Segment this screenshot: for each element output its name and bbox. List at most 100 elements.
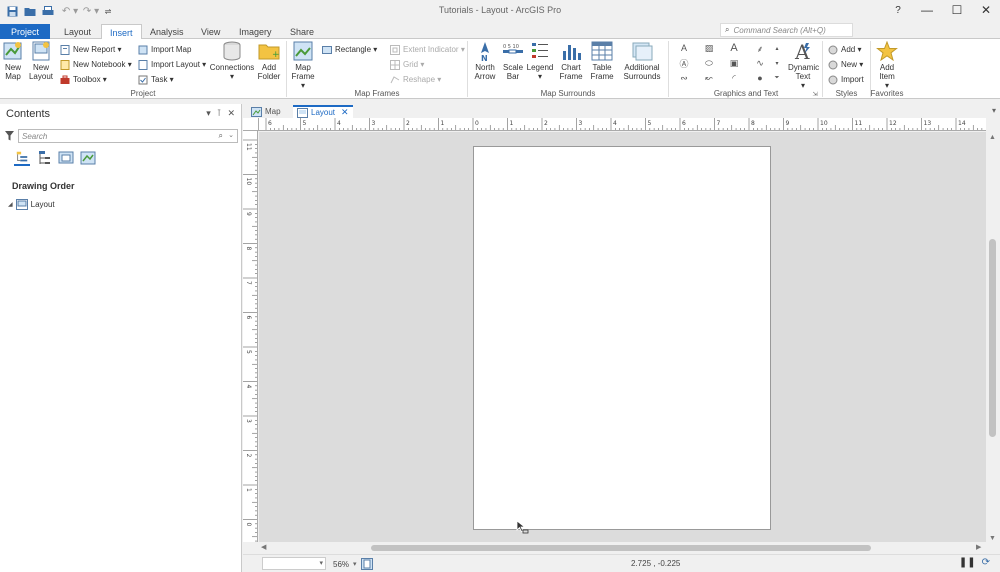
extent-indicator-button[interactable]: Extent Indicator ▾ <box>390 43 465 56</box>
new-layout-button[interactable]: New Layout <box>28 41 54 81</box>
minimize-button[interactable]: — <box>914 2 940 18</box>
chart-frame-button[interactable]: Chart Frame <box>557 41 585 81</box>
gallery-expand-icon[interactable]: ⏷ <box>772 71 782 85</box>
curve-text-icon[interactable]: ∾ <box>676 71 692 85</box>
ruler-label: 11 <box>245 143 252 151</box>
layout-canvas[interactable] <box>259 132 986 542</box>
style-add-icon <box>828 45 838 54</box>
circle-text-icon[interactable]: Ⓐ <box>676 56 692 70</box>
zoom-level[interactable]: 56% <box>333 560 349 569</box>
tab-layout[interactable]: Layout <box>56 24 99 39</box>
close-tab-icon[interactable]: ✕ <box>341 107 349 118</box>
reshape-button[interactable]: Reshape ▾ <box>390 73 441 86</box>
vertical-scroll-thumb[interactable] <box>989 239 996 437</box>
splined-text-icon[interactable]: ⸙ <box>752 41 768 55</box>
pane-close-icon[interactable]: ✕ <box>227 108 235 119</box>
vertical-ruler-ticks: 11109876543210 <box>243 139 257 542</box>
additional-surrounds-button[interactable]: Additional Surrounds <box>620 41 664 81</box>
view-tab-map[interactable]: Map <box>247 105 285 118</box>
fit-page-icon[interactable] <box>360 558 373 570</box>
undo-icon[interactable]: ↶ ▾ <box>60 4 80 18</box>
styles-import-button[interactable]: Import <box>828 73 864 86</box>
arc-icon[interactable]: ◜ <box>726 71 742 85</box>
dynamic-text-button[interactable]: A Dynamic Text ▾ <box>786 41 820 90</box>
tab-imagery[interactable]: Imagery <box>231 24 280 39</box>
list-by-type-icon[interactable] <box>80 150 96 166</box>
vertical-scrollbar[interactable]: ▲ ▼ <box>986 131 1000 551</box>
horizontal-scrollbar[interactable]: ◀ ▶ <box>259 542 986 554</box>
vertical-ruler: 11 10 9 8 7 6 5 4 3 2 1 0 <box>243 131 258 542</box>
open-project-icon[interactable] <box>24 4 36 18</box>
polygon-text-icon[interactable]: ⬭ <box>701 56 717 70</box>
scroll-right-icon[interactable]: ▶ <box>976 543 981 551</box>
import-map-button[interactable]: Import Map <box>138 43 191 56</box>
close-button[interactable]: ✕ <box>973 2 999 18</box>
view-tab-layout[interactable]: Layout ✕ <box>293 105 353 118</box>
scroll-down-icon[interactable]: ▼ <box>989 535 996 542</box>
command-search-input[interactable]: ⌕ Command Search (Alt+Q) <box>720 23 853 37</box>
horizontal-scroll-thumb[interactable] <box>371 545 871 551</box>
list-by-source-icon[interactable] <box>36 150 52 166</box>
grid-button[interactable]: Grid ▾ <box>390 58 424 71</box>
legend-button[interactable]: Legend ▾ <box>526 41 554 81</box>
maximize-button[interactable]: ☐ <box>944 2 970 18</box>
expand-triangle-icon[interactable]: ◢ <box>8 201 13 208</box>
line-tool-icon[interactable]: ∿ <box>752 56 768 70</box>
styles-add-button[interactable]: Add ▾ <box>828 43 861 56</box>
text-tool-icon[interactable]: A <box>676 41 692 55</box>
layout-scale-dropdown[interactable]: ▾ <box>262 557 326 570</box>
scale-bar-button[interactable]: 0 5 10 Scale Bar <box>500 41 526 81</box>
tab-analysis[interactable]: Analysis <box>142 24 192 39</box>
refresh-icon[interactable]: ⟳ <box>982 557 990 568</box>
map-frame-button[interactable]: Map Frame ▾ <box>290 41 316 90</box>
pane-options-icon[interactable]: ▾ <box>206 108 211 119</box>
zoom-chevron-down-icon[interactable]: ▾ <box>353 560 357 568</box>
search-options-chevron-down-icon[interactable]: ⌄ <box>228 131 234 139</box>
help-button[interactable]: ? <box>885 2 911 18</box>
contents-search-input[interactable]: Search ⌕ ⌄ <box>18 129 238 143</box>
connections-button[interactable]: Connections ▾ <box>210 41 254 81</box>
toolbox-button[interactable]: Toolbox ▾ <box>60 73 107 86</box>
add-folder-button[interactable]: + Add Folder <box>256 41 282 81</box>
straight-text-icon[interactable]: A <box>726 41 742 55</box>
pin-icon[interactable]: ⊺ <box>217 108 222 119</box>
print-icon[interactable] <box>42 4 54 18</box>
layout-page[interactable] <box>473 146 771 530</box>
ruler-label: 7 <box>245 281 252 285</box>
new-notebook-button[interactable]: New Notebook ▾ <box>60 58 132 71</box>
tab-project[interactable]: Project <box>0 24 50 39</box>
new-map-button[interactable]: New Map <box>2 41 24 81</box>
new-report-button[interactable]: New Report ▾ <box>60 43 122 56</box>
gallery-scroll-up-icon[interactable]: ▴ <box>772 41 782 55</box>
filter-icon[interactable] <box>5 131 14 144</box>
picture-icon[interactable]: ▨ <box>701 41 717 55</box>
horizontal-ruler-ticks: 6 5 4 3 2 1 0 1 2 3 4 5 6 7 8 9 10 11 12 13 14 <box>265 118 983 130</box>
styles-new-button[interactable]: New ▾ <box>828 58 863 71</box>
freehand-icon[interactable]: ↜ <box>701 71 717 85</box>
scroll-up-icon[interactable]: ▲ <box>989 134 996 141</box>
tab-share[interactable]: Share <box>282 24 322 39</box>
customize-quick-access-icon[interactable]: ⇌ <box>103 4 113 18</box>
add-item-button[interactable]: Add Item ▾ <box>872 41 902 90</box>
list-by-selection-icon[interactable] <box>58 150 74 166</box>
table-frame-button[interactable]: Table Frame <box>588 41 616 81</box>
tab-view[interactable]: View <box>193 24 228 39</box>
pause-drawing-icon[interactable]: ❚❚ <box>959 557 976 568</box>
tree-item-layout[interactable]: ◢ Layout <box>8 199 55 210</box>
tab-insert[interactable]: Insert <box>101 24 142 40</box>
tab-list-chevron-down-icon[interactable]: ▾ <box>992 106 996 115</box>
save-icon[interactable] <box>6 4 18 18</box>
search-icon[interactable]: ⌕ <box>219 131 223 141</box>
image-icon[interactable]: ▣ <box>726 56 742 70</box>
ruler-label: 0 <box>245 523 252 527</box>
rectangle-button[interactable]: Rectangle ▾ <box>322 43 377 56</box>
scroll-left-icon[interactable]: ◀ <box>261 543 266 551</box>
north-arrow-button[interactable]: N North Arrow <box>470 41 500 81</box>
redo-icon[interactable]: ↷ ▾ <box>82 4 100 18</box>
gallery-scroll-down-icon[interactable]: ▾ <box>772 56 782 70</box>
list-by-drawing-order-icon[interactable] <box>14 150 30 166</box>
circle-icon[interactable]: ● <box>752 71 768 85</box>
task-button[interactable]: Task ▾ <box>138 73 174 86</box>
import-layout-button[interactable]: Import Layout ▾ <box>138 58 206 71</box>
chart-icon <box>563 45 581 60</box>
